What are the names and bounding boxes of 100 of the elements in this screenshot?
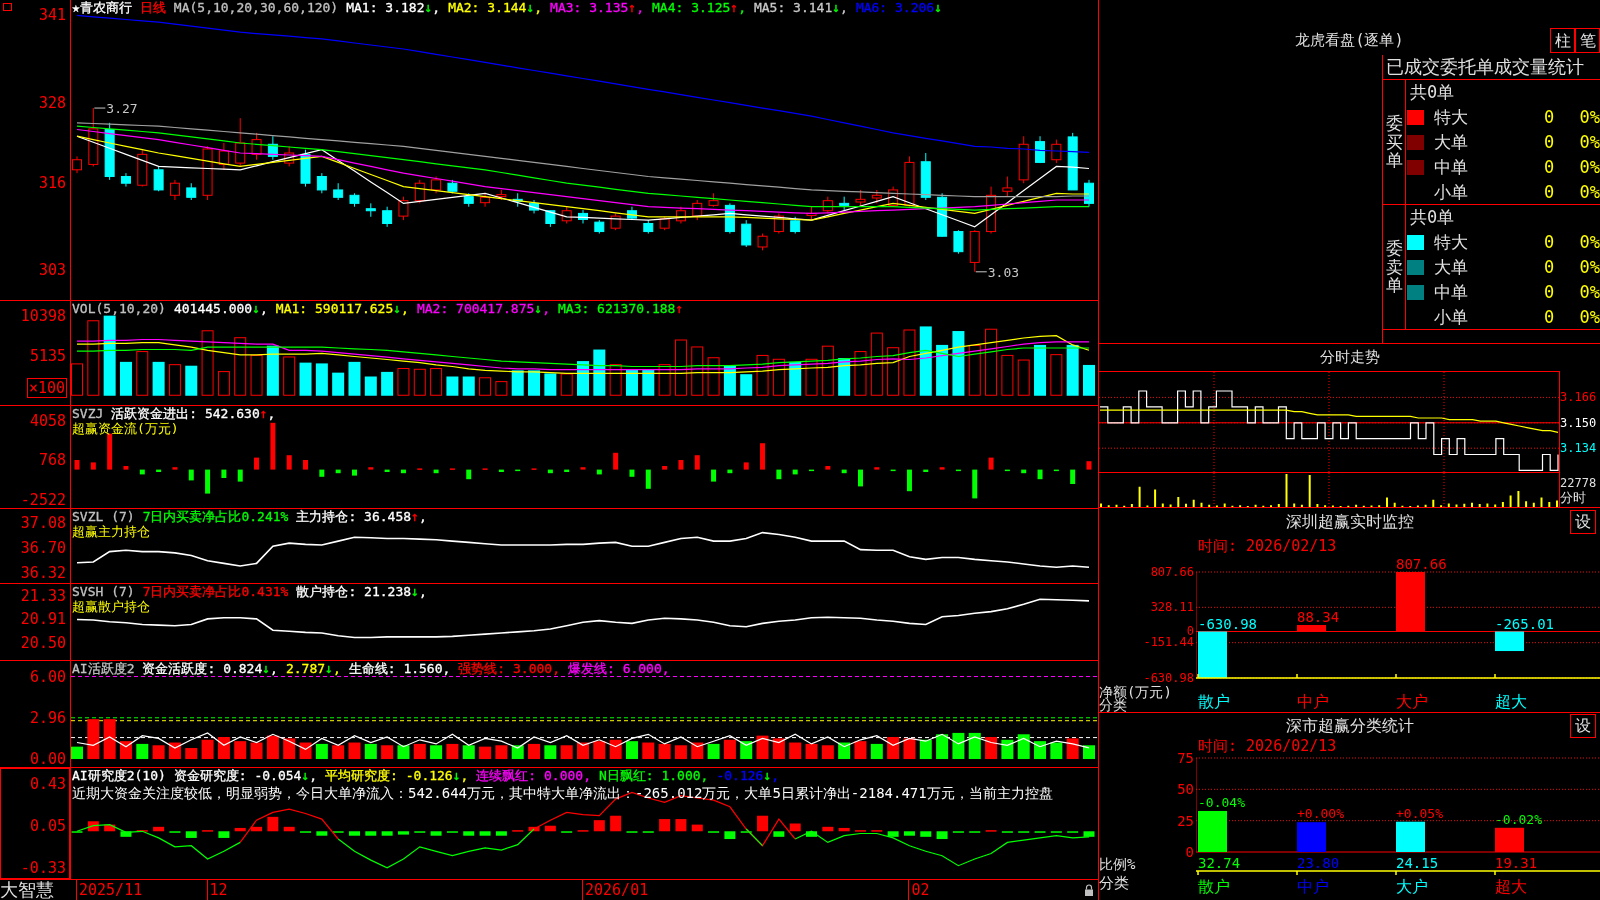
axis-label: 50 (1177, 782, 1194, 797)
legend-item: VOL(5,10,20) (72, 301, 166, 316)
candlestick (969, 229, 980, 273)
candlestick (186, 182, 197, 201)
value-label: 24.15 (1396, 856, 1439, 870)
candlestick (316, 172, 327, 194)
legend-item: 资金研究度: -0.054↓, (173, 768, 318, 783)
candlestick (904, 155, 915, 208)
order-type-label: 小单 (1434, 306, 1469, 329)
order-type-label: 大单 (1434, 256, 1469, 279)
candlestick (1002, 176, 1013, 198)
candlestick (104, 122, 115, 181)
candlestick (365, 202, 376, 218)
legend-item: ★青农商行 (72, 0, 132, 15)
axis-title: 分类 (1099, 699, 1127, 712)
category-label: 中户 (1297, 693, 1329, 711)
price-callout: 3.03 (975, 264, 1020, 280)
indicator-caption: 超赢散户持仓 (72, 599, 150, 614)
legend-item: 强势线: 3.000, (458, 661, 560, 676)
legend-item: MA3: 621370.188↑ (558, 301, 684, 316)
legend-item: AI活跃度2 (72, 661, 135, 676)
axis-label: -630.98 (1143, 672, 1194, 684)
brand-text: 大智慧 (0, 880, 54, 900)
panel-title: 分时走势 (1319, 347, 1380, 369)
candlestick (724, 202, 735, 235)
legend-item: 爆发线: 6.000, (568, 661, 670, 676)
order-share: 0% (1578, 256, 1600, 279)
axis-label: 20.91 (20, 611, 66, 628)
candlestick (169, 179, 180, 201)
axis-label: 0.05 (29, 817, 66, 834)
indicator-caption: 超赢资金流(万元) (72, 421, 179, 436)
volume-peak-label: 22778 (1560, 476, 1598, 490)
candlestick (284, 145, 295, 167)
axis-label: 37.08 (20, 514, 66, 531)
candlestick (529, 199, 540, 214)
annotation: 3.27 (106, 101, 138, 117)
order-share: 0% (1578, 281, 1600, 304)
candlestick (626, 206, 637, 221)
axis-label: 4058 (29, 412, 66, 429)
value-label: -630.98 (1198, 615, 1257, 632)
legend-item: MA5: 3.141↓, (753, 0, 848, 15)
candlestick (806, 206, 817, 221)
view-toggle-button[interactable]: 柱 (1550, 28, 1575, 53)
legend-item: 2.787↓, (285, 661, 341, 676)
candlestick (218, 142, 229, 171)
legend-item: AI研究度2(10) (72, 768, 166, 783)
change-label: -0.04% (1198, 794, 1245, 810)
candlestick (251, 132, 262, 161)
order-total: 共0单 (1410, 80, 1455, 104)
order-share: 0% (1578, 156, 1600, 179)
axis-label: 36.32 (20, 564, 66, 581)
candlestick (349, 192, 360, 208)
axis-label: 328.11 (1150, 601, 1194, 613)
candlestick (267, 135, 278, 161)
candlestick (300, 149, 311, 188)
value-label: 23.80 (1297, 856, 1340, 870)
candlestick (137, 149, 148, 188)
category-label: 中户 (1297, 878, 1329, 896)
annotation: 3.03 (987, 264, 1020, 280)
candlestick (153, 165, 164, 192)
order-share: 0% (1578, 131, 1600, 154)
candlestick (1067, 132, 1078, 191)
axis-label: 303 (38, 262, 66, 279)
candlestick (545, 209, 556, 228)
axis-label: 36.70 (20, 539, 66, 556)
axis-label: 0.43 (29, 775, 66, 792)
candlestick (773, 212, 784, 235)
axis-label: 5135 (29, 348, 66, 365)
axis-label: 0.00 (29, 751, 66, 767)
unit-label: ×100 (26, 378, 67, 398)
settings-button[interactable]: 设 (1570, 510, 1596, 534)
axis-label: 21.33 (20, 587, 66, 604)
lock-icon[interactable] (1084, 884, 1094, 896)
legend-item: MA1: 590117.625↓, (275, 301, 409, 316)
candlestick (512, 192, 523, 208)
square-icon[interactable] (3, 3, 12, 11)
category-label: 超大 (1495, 878, 1527, 896)
indicator-caption: 超赢主力持仓 (72, 524, 150, 539)
axis-label: -2522 (20, 491, 66, 508)
axis-title: 比例% (1099, 857, 1137, 872)
date-label: 02 (908, 880, 930, 900)
legend-item: 401445.000↓, (173, 301, 268, 316)
legend-item: MA2: 700417.875↓, (416, 301, 550, 316)
legend-item: MA3: 3.135↑, (550, 0, 644, 15)
table-title: 已成交委托单成交量统计 (1383, 55, 1600, 80)
change-label: -0.02% (1495, 811, 1542, 827)
candlestick (202, 145, 213, 201)
candlestick (692, 199, 703, 221)
view-toggle-button[interactable]: 笔 (1575, 28, 1600, 53)
axis-label: 341 (38, 7, 66, 24)
axis-label: 10398 (20, 307, 66, 324)
legend-item: SVSH (7) (72, 584, 135, 599)
legend-item: MA2: 3.144↓, (448, 0, 543, 15)
candlestick (1018, 135, 1029, 184)
settings-button[interactable]: 设 (1570, 713, 1596, 738)
candlestick (855, 189, 866, 208)
legend-item: SVZJ (72, 406, 104, 421)
legend-item: -0.126↓, (716, 768, 780, 783)
legend-item: 生命线: 1.560, (348, 661, 451, 676)
category-label: 散户 (1198, 693, 1230, 711)
